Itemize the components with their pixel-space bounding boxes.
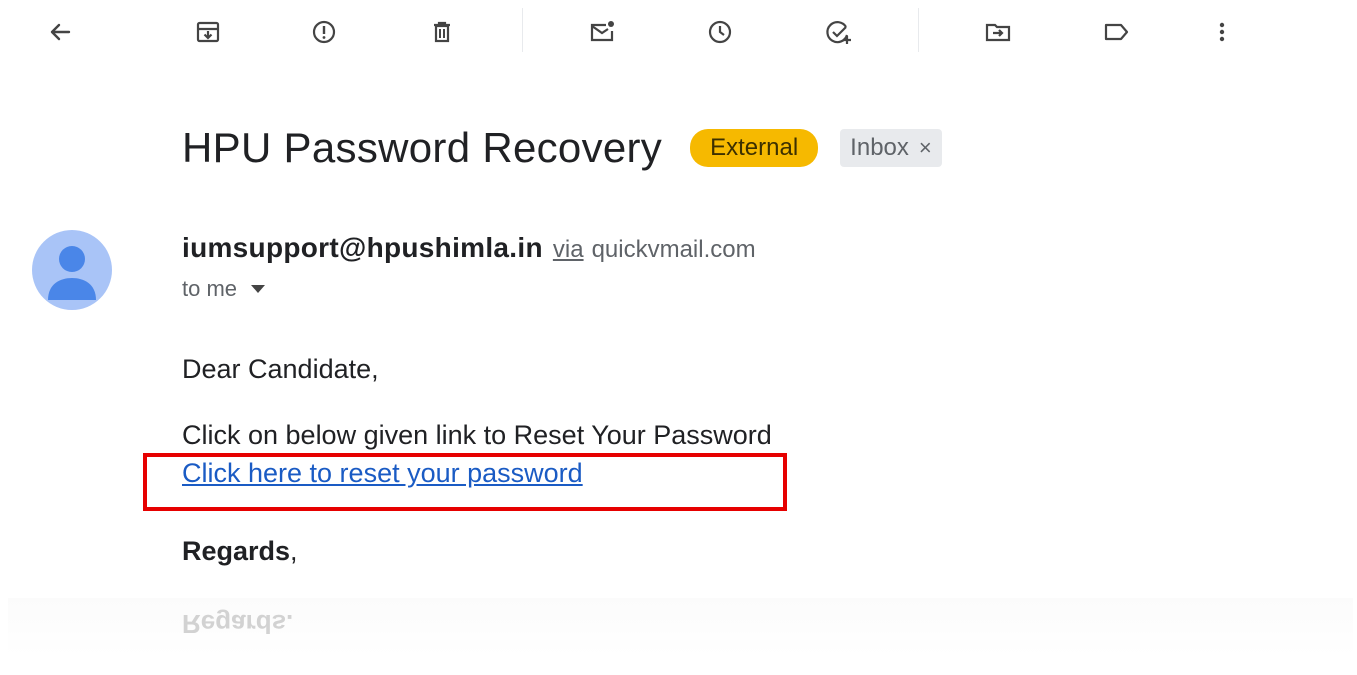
report-spam-icon (312, 20, 336, 44)
external-label-badge: External (690, 129, 819, 167)
greeting-text: Dear Candidate, (182, 354, 379, 384)
toolbar-divider (522, 8, 523, 52)
report-spam-button[interactable] (302, 10, 346, 54)
mark-unread-icon (590, 21, 614, 42)
labels-button[interactable] (1094, 10, 1138, 54)
mark-unread-button[interactable] (580, 10, 624, 54)
email-subject: HPU Password Recovery (182, 124, 663, 171)
instruction-text: Click on below given link to Reset Your … (182, 420, 772, 450)
archive-button[interactable] (186, 10, 230, 54)
label-icon (1104, 23, 1129, 41)
recipient-row[interactable]: to me (182, 276, 266, 302)
sender-avatar[interactable] (32, 230, 112, 310)
via-domain: quickvmail.com (591, 236, 756, 263)
signoff-word: Regards (182, 536, 291, 566)
more-vert-icon (1219, 22, 1225, 42)
subject-row: HPU Password Recovery External Inbox × (182, 118, 942, 178)
delete-button[interactable] (420, 10, 464, 54)
recipient-text: to me (182, 276, 238, 301)
move-to-button[interactable] (976, 10, 1020, 54)
person-icon (48, 246, 96, 300)
arrow-left-icon (50, 23, 71, 41)
inbox-label-chip: Inbox × (840, 129, 942, 167)
sender-email[interactable]: iumsupport@hpushimla.in (182, 232, 543, 264)
sender-row: iumsupport@hpushimla.in via quickvmail.c… (182, 232, 756, 268)
highlight-annotation-box (143, 453, 787, 511)
toolbar-divider (918, 8, 919, 52)
caret-down-icon[interactable] (251, 285, 266, 293)
email-toolbar (0, 0, 1357, 64)
clock-icon (708, 20, 732, 44)
snooze-button[interactable] (698, 10, 742, 54)
signoff-punct: , (290, 536, 298, 566)
archive-icon (196, 21, 220, 43)
move-to-folder-icon (985, 23, 1011, 42)
remove-label-button[interactable]: × (919, 135, 932, 161)
signoff-text: Regards, (182, 536, 298, 567)
back-button[interactable] (38, 10, 82, 54)
more-options-button[interactable] (1200, 10, 1244, 54)
reflection-strip: Regards. (8, 598, 1353, 656)
trash-icon (434, 21, 450, 43)
add-task-icon (826, 21, 851, 44)
reflection-text: Regards. (182, 609, 294, 639)
add-to-tasks-button[interactable] (816, 10, 860, 54)
via-link[interactable]: via (553, 236, 584, 264)
inbox-label-text: Inbox (850, 134, 909, 161)
